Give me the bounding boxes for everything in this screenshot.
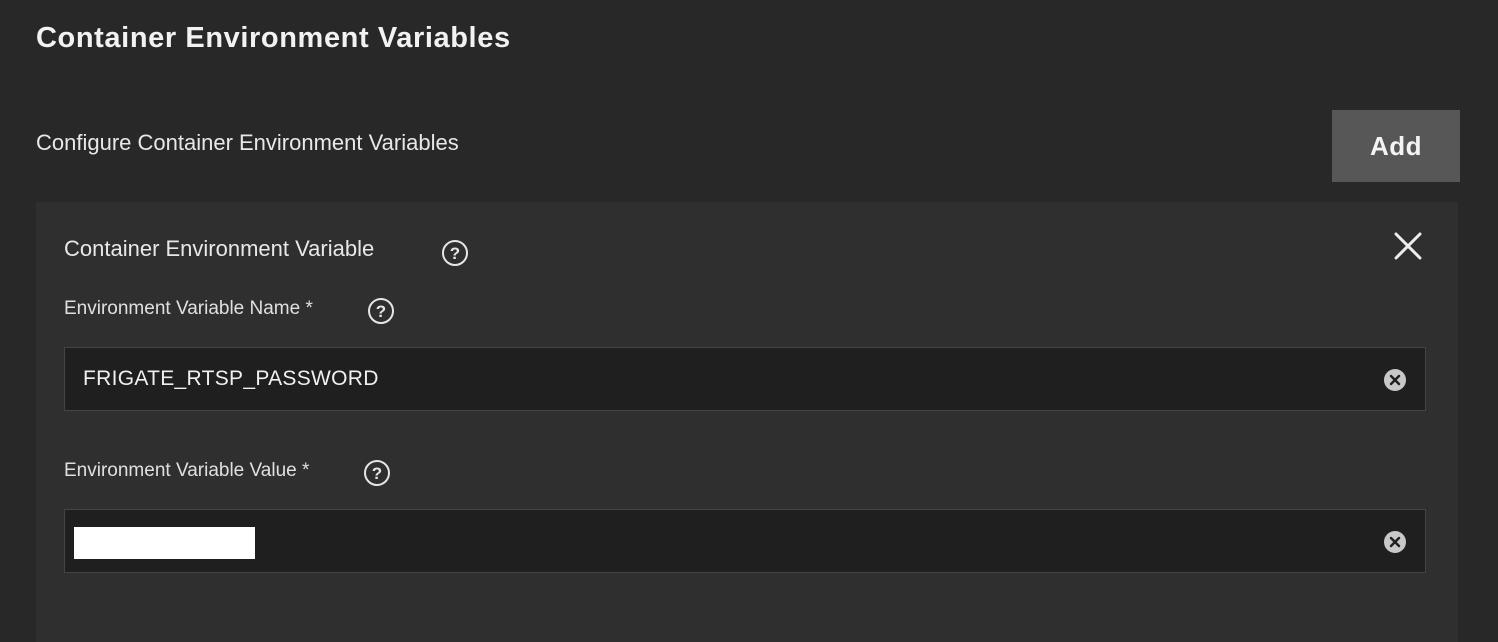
env-name-input[interactable]: FRIGATE_RTSP_PASSWORD bbox=[64, 347, 1426, 411]
env-value-input[interactable] bbox=[64, 509, 1426, 573]
env-value-label: Environment Variable Value * bbox=[64, 460, 310, 481]
help-icon[interactable]: ? bbox=[442, 240, 468, 266]
close-icon[interactable] bbox=[1392, 230, 1424, 262]
help-icon[interactable]: ? bbox=[364, 460, 390, 486]
page-title: Container Environment Variables bbox=[36, 22, 511, 54]
env-name-label: Environment Variable Name * bbox=[64, 298, 313, 319]
section-label: Configure Container Environment Variable… bbox=[36, 130, 459, 155]
env-name-value: FRIGATE_RTSP_PASSWORD bbox=[83, 367, 379, 390]
add-button[interactable]: Add bbox=[1332, 110, 1460, 182]
help-icon[interactable]: ? bbox=[368, 298, 394, 324]
clear-icon[interactable] bbox=[1384, 531, 1406, 553]
redacted-value bbox=[74, 527, 255, 559]
env-variable-card: Container Environment Variable ? Environ… bbox=[36, 202, 1458, 642]
clear-icon[interactable] bbox=[1384, 369, 1406, 391]
card-title: Container Environment Variable bbox=[64, 236, 375, 261]
